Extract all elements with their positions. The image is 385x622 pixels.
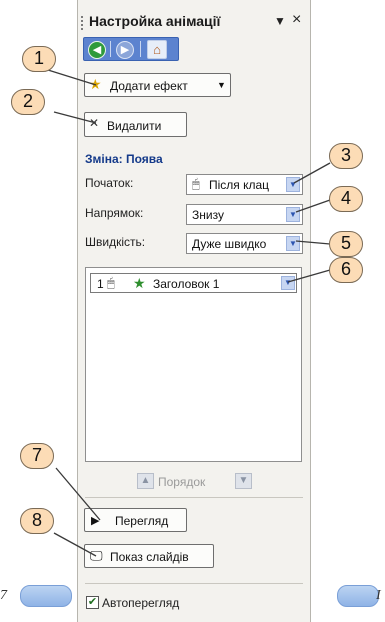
list-item[interactable]: 1 🖱 ★ Заголовок 1 ▼: [90, 273, 297, 293]
nav-separator: [110, 41, 111, 57]
autopreview-checkbox[interactable]: ✔: [86, 596, 99, 609]
back-arrow-icon[interactable]: ◀: [88, 41, 106, 59]
callout-6: 6: [329, 257, 363, 283]
item-name: Заголовок 1: [153, 277, 220, 291]
divider: [85, 497, 303, 498]
chevron-down-icon[interactable]: ▼: [286, 177, 300, 192]
slideshow-label: Показ слайдів: [110, 550, 189, 564]
direction-select[interactable]: Знизу ▼: [186, 204, 303, 225]
chevron-down-icon: ▼: [217, 80, 226, 90]
chevron-down-icon[interactable]: ▼: [286, 207, 300, 222]
slideshow-icon: 🖵: [90, 548, 103, 563]
start-value: Після клац: [209, 178, 270, 192]
pane-title: Настройка анімації: [89, 13, 221, 29]
move-up-icon[interactable]: ▲: [137, 473, 154, 489]
mouse-click-icon: 🖱: [192, 176, 200, 191]
start-label: Початок:: [85, 176, 134, 190]
move-down-icon[interactable]: ▼: [235, 473, 252, 489]
chevron-down-icon[interactable]: ▼: [281, 276, 295, 290]
mouse-click-icon: 🖱: [107, 275, 115, 290]
forward-arrow-icon[interactable]: ▶: [116, 41, 134, 59]
slide-edge-tab: [337, 585, 379, 607]
autopreview-label: Автоперегляд: [102, 596, 180, 610]
callout-8: 8: [20, 508, 54, 534]
animation-list[interactable]: 1 🖱 ★ Заголовок 1 ▼: [85, 267, 302, 462]
play-icon: ▶: [91, 515, 100, 527]
callout-5: 5: [329, 231, 363, 257]
order-label: Порядок: [158, 475, 206, 489]
close-icon[interactable]: ×: [292, 11, 301, 29]
speed-select[interactable]: Дуже швидко ▼: [186, 233, 303, 254]
pane-navigation-bar: ◀ ▶ ⌂: [83, 37, 179, 61]
edge-text-right: I: [376, 588, 381, 603]
remove-button[interactable]: ✕ Видалити: [84, 112, 187, 137]
pane-menu-icon[interactable]: ▼: [274, 14, 286, 28]
callout-1: 1: [22, 46, 56, 72]
edge-text-left: 7: [0, 588, 7, 603]
task-pane-titlebar: Настройка анімації ▼ ×: [79, 10, 307, 34]
effect-heading: Зміна: Поява: [85, 152, 163, 166]
direction-value: Знизу: [192, 208, 224, 222]
slide-edge-tab: [20, 585, 72, 607]
item-number: 1: [97, 277, 104, 291]
callout-2: 2: [11, 89, 45, 115]
add-effect-label: Додати ефект: [110, 79, 188, 93]
chevron-down-icon[interactable]: ▼: [286, 236, 300, 251]
callout-7: 7: [20, 443, 54, 469]
remove-label: Видалити: [107, 119, 162, 133]
delete-effect-icon: ✕: [89, 116, 100, 130]
home-icon[interactable]: ⌂: [147, 40, 167, 59]
speed-label: Швидкість:: [85, 235, 146, 249]
nav-separator: [140, 41, 141, 57]
callout-3: 3: [329, 143, 363, 169]
preview-label: Перегляд: [115, 514, 169, 528]
callout-4: 4: [329, 186, 363, 212]
direction-label: Напрямок:: [85, 206, 144, 220]
slideshow-button[interactable]: 🖵 Показ слайдів: [84, 544, 214, 568]
preview-button[interactable]: ▶ Перегляд: [84, 508, 187, 532]
drag-grip-icon[interactable]: [81, 16, 86, 30]
star-effect-icon: ★: [133, 275, 146, 291]
star-effect-icon: ★: [89, 76, 102, 92]
speed-value: Дуже швидко: [192, 237, 267, 251]
start-select[interactable]: Після клац 🖱 ▼: [186, 174, 303, 195]
add-effect-button[interactable]: ★ Додати ефект ▼: [84, 73, 231, 97]
divider: [85, 583, 303, 584]
